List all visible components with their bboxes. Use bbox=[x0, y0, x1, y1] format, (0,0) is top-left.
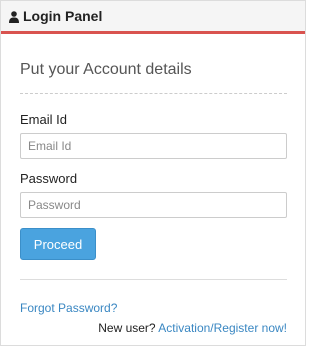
panel-body: Put your Account details Email Id Passwo… bbox=[1, 61, 305, 335]
panel-title: Login Panel bbox=[23, 8, 103, 24]
password-label: Password bbox=[20, 171, 78, 186]
email-label: Email Id bbox=[20, 112, 67, 127]
proceed-button[interactable]: Proceed bbox=[20, 228, 96, 260]
register-link[interactable]: Activation/Register now! bbox=[158, 321, 287, 335]
panel-heading: Login Panel bbox=[1, 1, 305, 34]
dashed-divider bbox=[20, 93, 287, 94]
user-icon bbox=[9, 10, 19, 23]
login-panel: Login Panel Put your Account details Ema… bbox=[0, 0, 306, 346]
register-row: New user? Activation/Register now! bbox=[20, 321, 287, 335]
form-subtitle: Put your Account details bbox=[20, 61, 192, 78]
forgot-password-link[interactable]: Forgot Password? bbox=[20, 301, 287, 315]
email-input[interactable] bbox=[20, 133, 287, 159]
solid-divider bbox=[20, 279, 287, 280]
password-input[interactable] bbox=[20, 192, 287, 218]
new-user-text: New user? bbox=[98, 321, 156, 335]
